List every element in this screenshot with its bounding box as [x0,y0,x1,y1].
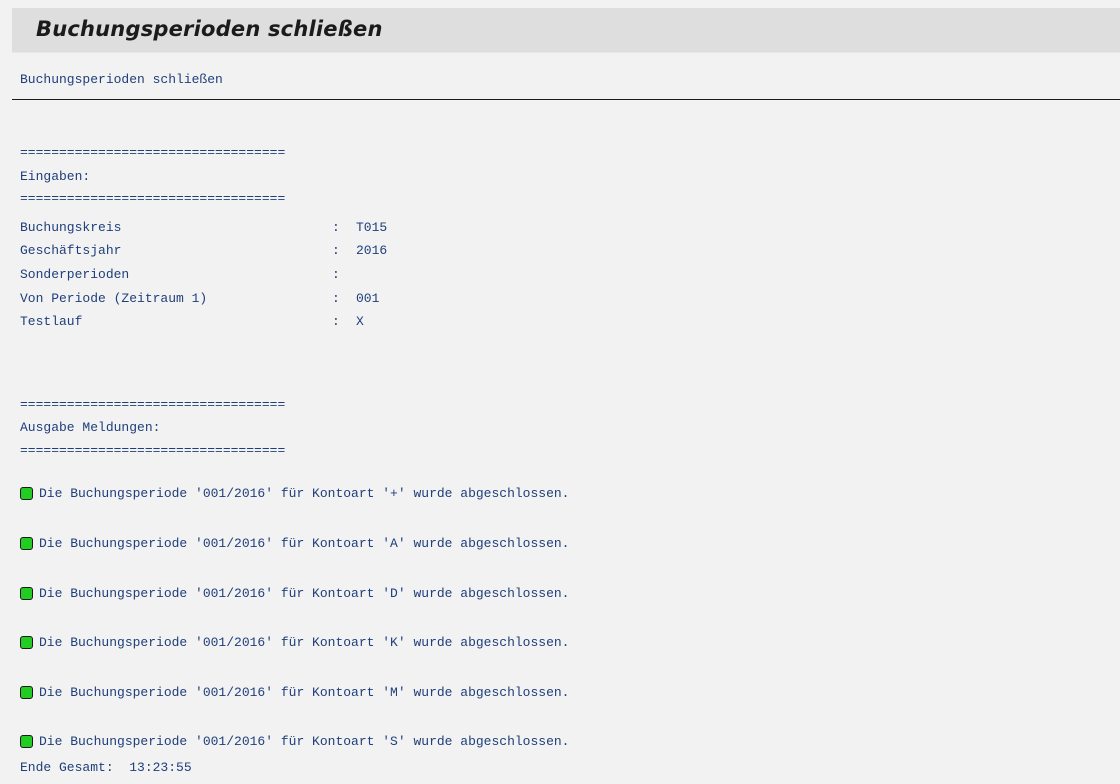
green-status-icon [20,686,33,699]
message-row: Die Buchungsperiode '001/2016' für Konto… [20,486,570,501]
message-row: Die Buchungsperiode '001/2016' für Konto… [20,586,570,601]
input-field-value: T015 [356,220,388,235]
input-field-colon: : [332,243,340,258]
green-status-icon [20,587,33,600]
message-text: Die Buchungsperiode '001/2016' für Konto… [39,586,570,601]
output-heading: Ausgabe Meldungen: [20,420,161,435]
message-row: Die Buchungsperiode '001/2016' für Konto… [20,734,570,749]
green-status-icon [20,487,33,500]
green-status-icon [20,636,33,649]
message-row: Die Buchungsperiode '001/2016' für Konto… [20,635,570,650]
input-field-label: Von Periode (Zeitraum 1) [20,291,208,306]
separator-line: ================================== [20,397,286,412]
input-field-value: 2016 [356,243,388,258]
title-bar: Buchungsperioden schließen [12,8,1120,53]
separator-line: ================================== [20,443,286,458]
message-text: Die Buchungsperiode '001/2016' für Konto… [39,536,570,551]
inputs-heading: Eingaben: [20,169,91,184]
message-text: Die Buchungsperiode '001/2016' für Konto… [39,685,570,700]
separator-line: ================================== [20,191,286,206]
message-row: Die Buchungsperiode '001/2016' für Konto… [20,685,570,700]
input-field-colon: : [332,314,340,329]
green-status-icon [20,537,33,550]
input-field-label: Buchungskreis [20,220,122,235]
message-text: Die Buchungsperiode '001/2016' für Konto… [39,635,570,650]
header-divider [12,99,1120,100]
input-field-colon: : [332,267,340,282]
page-title: Buchungsperioden schließen [36,17,383,41]
input-field-colon: : [332,291,340,306]
input-field-label: Geschäftsjahr [20,243,122,258]
input-field-value: 001 [356,291,380,306]
input-field-label: Sonderperioden [20,267,130,282]
input-field-colon: : [332,220,340,235]
green-status-icon [20,735,33,748]
input-field-value: X [356,314,364,329]
end-time-text: Ende Gesamt: 13:23:55 [20,760,192,775]
input-field-label: Testlauf [20,314,83,329]
report-page: Buchungsperioden schließen Buchungsperio… [0,0,1120,784]
separator-line: ================================== [20,145,286,160]
message-row: Die Buchungsperiode '001/2016' für Konto… [20,536,570,551]
message-text: Die Buchungsperiode '001/2016' für Konto… [39,734,570,749]
report-header: Buchungsperioden schließen [20,72,223,87]
message-text: Die Buchungsperiode '001/2016' für Konto… [39,486,570,501]
